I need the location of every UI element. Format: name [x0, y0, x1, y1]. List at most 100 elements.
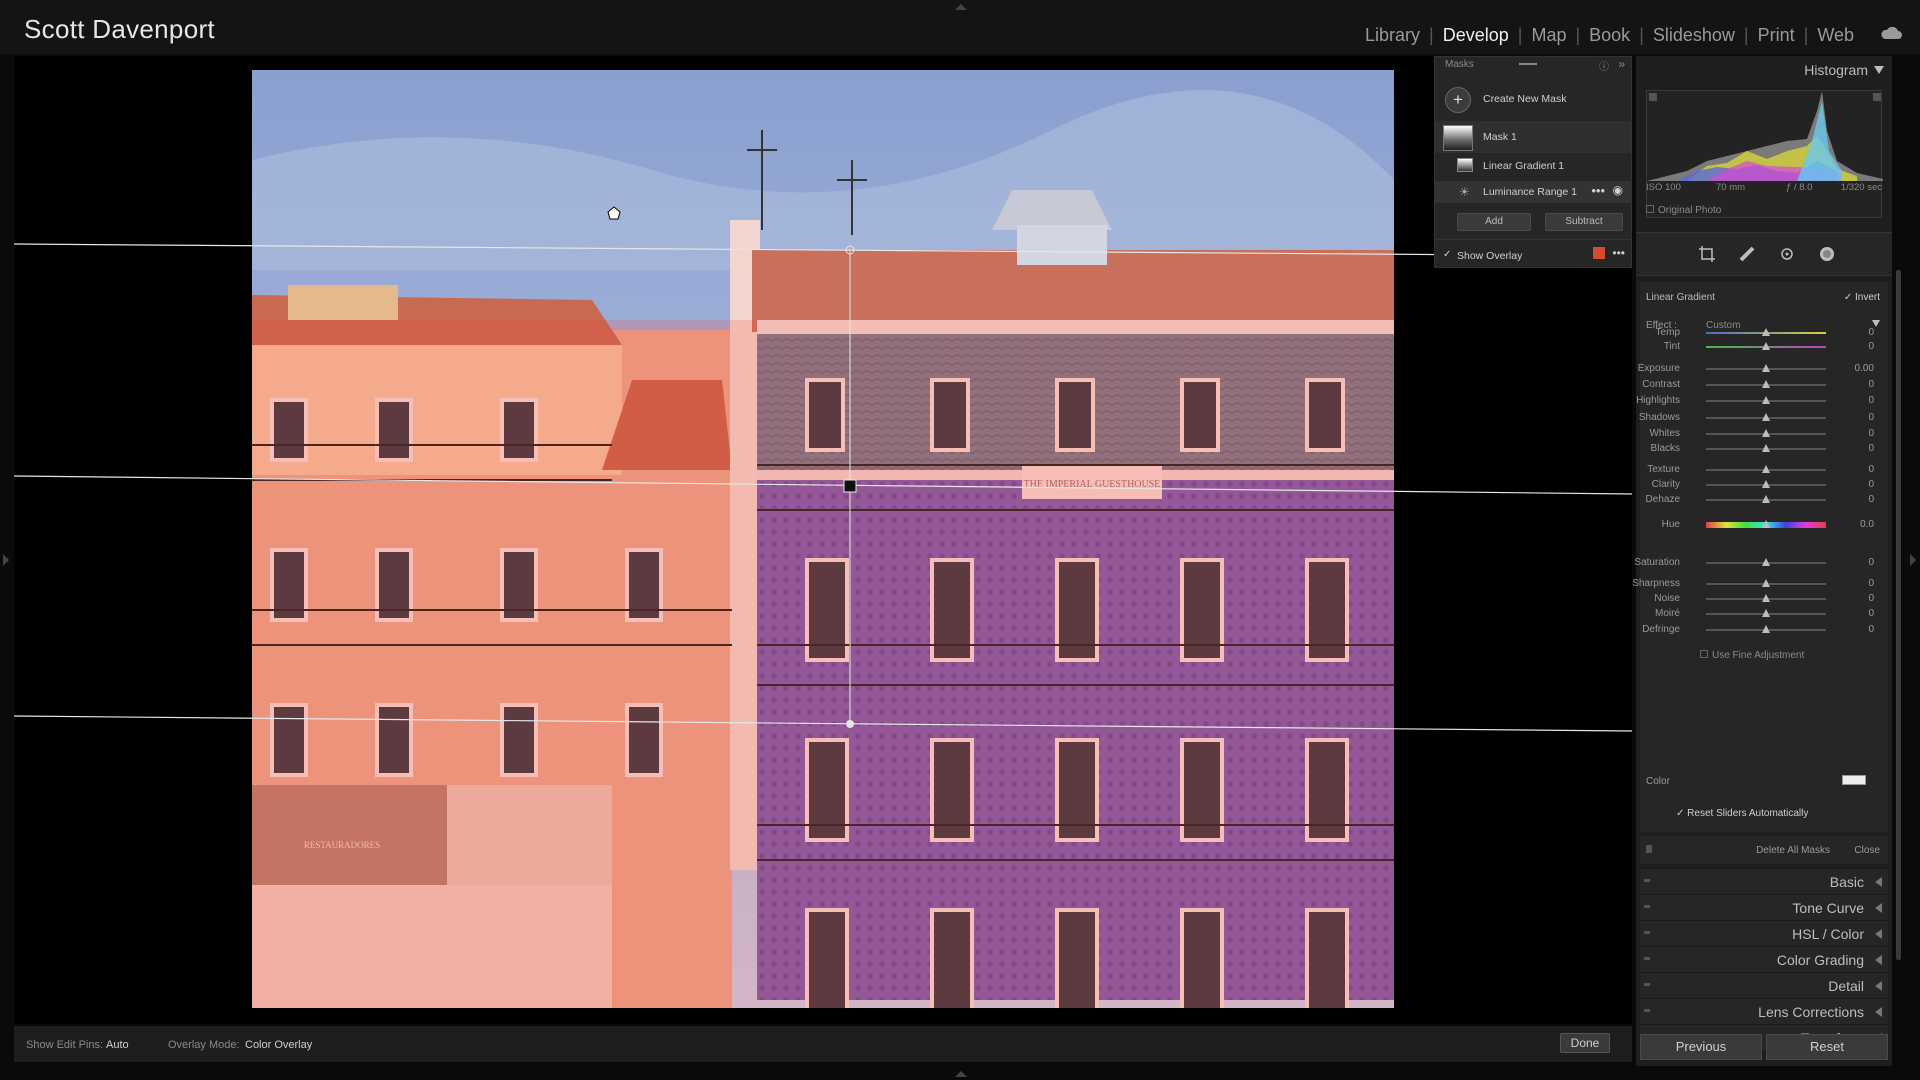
slider-thumb[interactable] [1762, 465, 1770, 473]
bottom-panel-toggle-icon[interactable] [955, 1071, 967, 1077]
slider-thumb[interactable] [1762, 594, 1770, 602]
slider-value[interactable]: 0 [1868, 327, 1874, 338]
fine-adjust-checkbox[interactable] [1700, 650, 1708, 658]
healing-brush-icon[interactable] [1738, 245, 1756, 263]
slider-shadows[interactable]: Shadows 0 [1639, 411, 1888, 425]
panel-switch-icon[interactable] [1644, 879, 1650, 882]
slider-value[interactable]: 0 [1868, 608, 1874, 619]
close-button[interactable]: Close [1854, 845, 1880, 856]
panel-toggle-icon[interactable] [1646, 845, 1652, 853]
linear-gradient-1-row[interactable]: Linear Gradient 1 [1435, 155, 1631, 177]
slider-contrast[interactable]: Contrast 0 [1640, 378, 1888, 392]
panel-tone-curve[interactable]: Tone Curve [1640, 894, 1888, 920]
expand-arrow-icon[interactable] [1875, 955, 1882, 965]
panel-hsl-color[interactable]: HSL / Color [1640, 920, 1888, 946]
original-photo-toggle[interactable]: Original Photo [1646, 205, 1721, 216]
mask-1-row[interactable]: Mask 1 [1435, 121, 1631, 153]
slider-moir[interactable]: Moiré 0 [1640, 607, 1888, 621]
reset-sliders-checkbox[interactable]: ✓ [1676, 808, 1687, 819]
expand-arrow-icon[interactable] [1875, 877, 1882, 887]
slider-thumb[interactable] [1762, 625, 1770, 633]
slider-value[interactable]: 0 [1868, 379, 1874, 390]
module-develop[interactable]: Develop [1437, 25, 1515, 46]
highlight-clipping-icon[interactable] [1873, 93, 1881, 101]
slider-value[interactable]: 0.0 [1860, 519, 1874, 530]
overlay-more-icon[interactable]: ••• [1612, 246, 1625, 260]
eye-icon[interactable]: ◉ [1613, 183, 1623, 197]
panel-switch-icon[interactable] [1644, 957, 1650, 960]
slider-value[interactable]: 0 [1868, 494, 1874, 505]
slider-whites[interactable]: Whites 0 [1640, 427, 1888, 441]
slider-thumb[interactable] [1762, 364, 1770, 372]
slider-thumb[interactable] [1762, 520, 1770, 528]
original-photo-checkbox[interactable] [1646, 205, 1654, 213]
slider-value[interactable]: 0 [1868, 464, 1874, 475]
slider-thumb[interactable] [1762, 579, 1770, 587]
slider-value[interactable]: 0 [1868, 593, 1874, 604]
photo-preview[interactable]: THE IMPERIAL GUESTHOUSE RESTAURADORES [252, 70, 1394, 1008]
slider-clarity[interactable]: Clarity 0 [1640, 478, 1888, 492]
slider-value[interactable]: 0.00 [1855, 363, 1874, 374]
slider-tint[interactable]: Tint 0 [1640, 340, 1888, 354]
slider-value[interactable]: 0 [1868, 624, 1874, 635]
fine-adjust-toggle[interactable]: Use Fine Adjustment [1700, 650, 1804, 661]
panel-switch-icon[interactable] [1644, 905, 1650, 908]
slider-thumb[interactable] [1762, 328, 1770, 336]
slider-thumb[interactable] [1762, 396, 1770, 404]
slider-thumb[interactable] [1762, 444, 1770, 452]
more-options-icon[interactable]: ••• [1591, 183, 1605, 198]
module-slideshow[interactable]: Slideshow [1647, 25, 1741, 46]
slider-sharpness[interactable]: Sharpness 0 [1632, 577, 1888, 591]
slider-thumb[interactable] [1762, 342, 1770, 350]
slider-noise[interactable]: Noise 0 [1640, 592, 1888, 606]
slider-value[interactable]: 0 [1868, 557, 1874, 568]
panel-lens-corrections[interactable]: Lens Corrections [1640, 998, 1888, 1024]
panel-switch-icon[interactable] [1644, 931, 1650, 934]
slider-saturation[interactable]: Saturation 0 [1634, 556, 1888, 570]
slider-thumb[interactable] [1762, 558, 1770, 566]
module-print[interactable]: Print [1752, 25, 1801, 46]
slider-thumb[interactable] [1762, 480, 1770, 488]
slider-exposure[interactable]: Exposure 0.00 [1638, 362, 1888, 376]
slider-dehaze[interactable]: Dehaze 0 [1640, 493, 1888, 507]
slider-value[interactable]: 0 [1868, 578, 1874, 589]
shadow-clipping-icon[interactable] [1649, 93, 1657, 101]
slider-thumb[interactable] [1762, 380, 1770, 388]
slider-blacks[interactable]: Blacks 0 [1640, 442, 1888, 456]
right-panel-scrollbar[interactable] [1896, 270, 1901, 960]
panel-switch-icon[interactable] [1644, 983, 1650, 986]
expand-arrow-icon[interactable] [1875, 929, 1882, 939]
slider-hue[interactable]: Hue 0.0 [1640, 518, 1888, 532]
slider-thumb[interactable] [1762, 495, 1770, 503]
panel-basic[interactable]: Basic [1640, 868, 1888, 894]
overlay-mode-select[interactable]: Color Overlay [245, 1039, 312, 1051]
create-new-mask-button[interactable]: + Create New Mask [1435, 81, 1631, 117]
right-panel-toggle-icon[interactable] [1910, 554, 1916, 566]
histogram-graph[interactable] [1646, 90, 1883, 218]
invert-toggle[interactable]: ✓ Invert [1844, 292, 1880, 303]
slider-value[interactable]: 0 [1868, 479, 1874, 490]
panel-color-grading[interactable]: Color Grading [1640, 946, 1888, 972]
slider-texture[interactable]: Texture 0 [1640, 463, 1888, 477]
crop-icon[interactable] [1698, 245, 1716, 263]
expand-arrow-icon[interactable] [1875, 903, 1882, 913]
luminance-range-1-row[interactable]: ☀ Luminance Range 1 ••• ◉ [1435, 181, 1631, 203]
reset-button[interactable]: Reset [1766, 1034, 1888, 1060]
expand-arrow-icon[interactable] [1875, 981, 1882, 991]
cloud-sync-icon[interactable] [1880, 25, 1902, 41]
module-map[interactable]: Map [1525, 25, 1572, 46]
drag-handle-icon[interactable] [1519, 63, 1537, 65]
image-canvas[interactable]: THE IMPERIAL GUESTHOUSE RESTAURADORES [14, 56, 1632, 1024]
slider-thumb[interactable] [1762, 429, 1770, 437]
invert-checkbox[interactable]: ✓ [1844, 292, 1855, 303]
collapse-icon[interactable]: » [1618, 57, 1625, 71]
slider-thumb[interactable] [1762, 413, 1770, 421]
subtract-button[interactable]: Subtract [1545, 213, 1623, 231]
red-eye-icon[interactable] [1778, 245, 1796, 263]
slider-temp[interactable]: Temp 0 [1640, 326, 1888, 340]
panel-detail[interactable]: Detail [1640, 972, 1888, 998]
add-button[interactable]: Add [1457, 213, 1531, 231]
histogram-toggle-icon[interactable] [1874, 66, 1884, 74]
expand-arrow-icon[interactable] [1875, 1007, 1882, 1017]
module-web[interactable]: Web [1811, 25, 1860, 46]
